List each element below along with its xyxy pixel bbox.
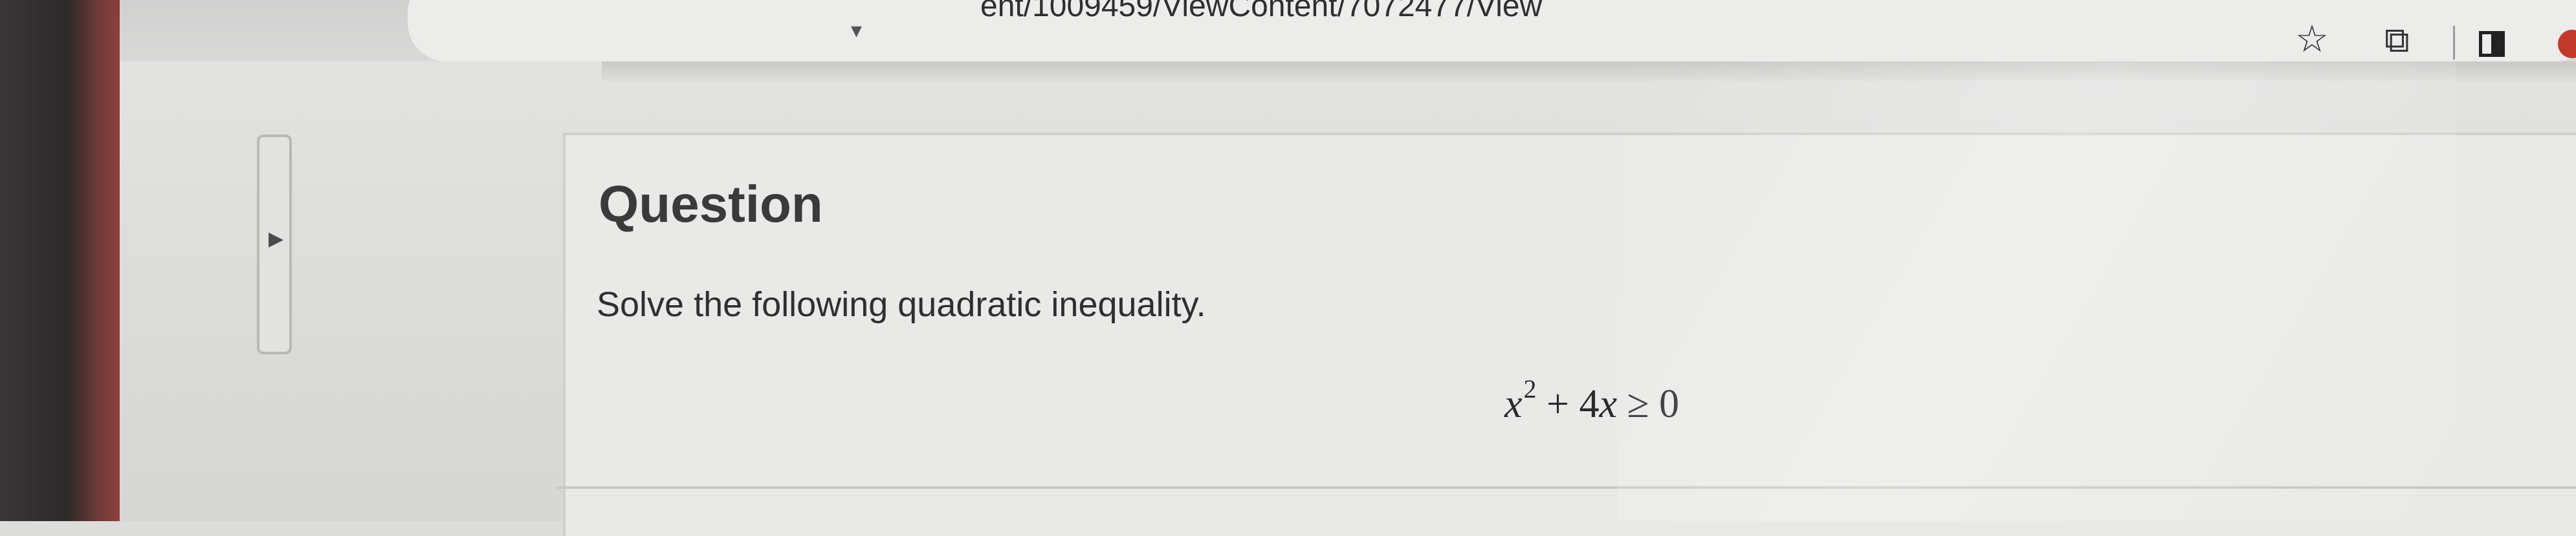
star-icon[interactable]: ☆ [2295,17,2329,61]
toolbar-shadow [602,61,2576,81]
browser-toolbar: ▼ ent/1009459/ViewContent/7072477/View ☆… [120,0,2576,61]
expr-exponent: 2 [1523,374,1537,403]
expr-relation: ≥ 0 [1617,382,1680,426]
question-card [563,133,2576,536]
side-panel-icon[interactable] [2479,31,2505,57]
card-divider [556,486,2576,489]
toolbar-divider [2453,26,2455,59]
inequality-expression: x2 + 4x ≥ 0 [1504,374,1680,427]
url-scroll-marker-icon: ▼ [851,23,862,39]
monitor-bezel [0,0,120,521]
question-heading: Question [599,175,823,233]
puzzle-icon[interactable]: ⧉ [2384,19,2410,61]
expand-arrow-icon[interactable]: ▶ [269,228,283,250]
expr-middle: + 4 [1536,382,1600,426]
address-bar-url[interactable]: ent/1009459/ViewContent/7072477/View [980,0,1542,24]
question-prompt: Solve the following quadratic inequality… [597,285,1206,324]
expr-variable: x [1504,382,1523,426]
expr-variable-2: x [1599,382,1618,426]
